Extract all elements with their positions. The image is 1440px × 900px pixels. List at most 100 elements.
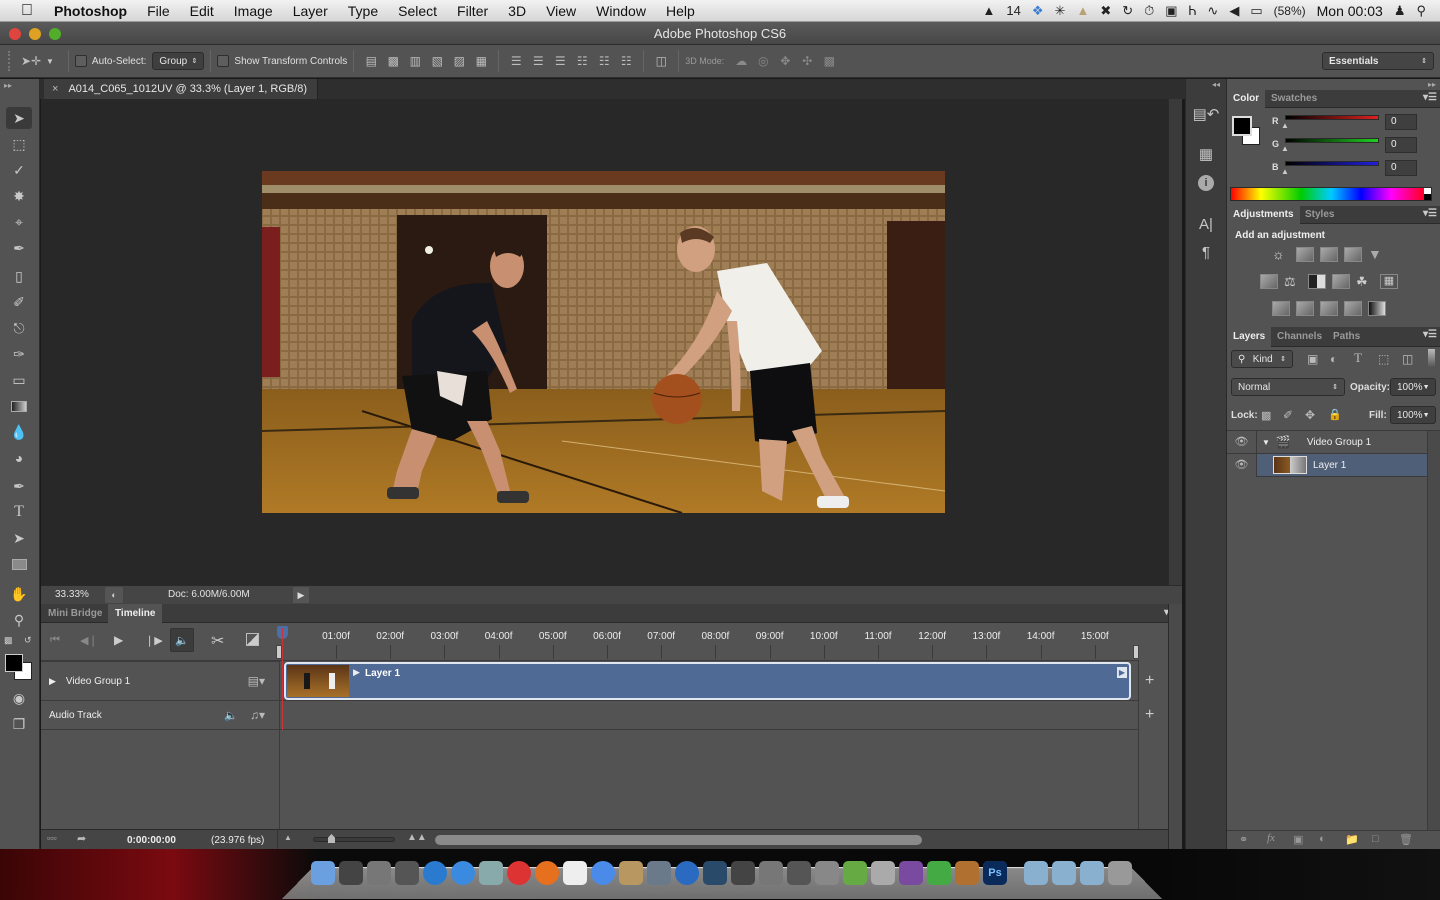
dock-contacts-icon[interactable] [619, 861, 643, 885]
clock[interactable]: Mon 00:03 [1317, 3, 1383, 19]
color-balance-icon[interactable]: ⚖ [1284, 274, 1302, 289]
channel-value-r[interactable]: 0 [1385, 114, 1417, 130]
selective-color-icon[interactable] [1344, 301, 1362, 316]
channel-value-b[interactable]: 0 [1385, 160, 1417, 176]
fill-field[interactable]: 100% ▼ [1390, 406, 1436, 424]
rectangle-tool[interactable] [6, 553, 32, 575]
layer-filter-kind-dropdown[interactable]: ⚲ Kind ⇕ [1231, 350, 1293, 368]
fan-icon[interactable]: ✖ [1100, 3, 1111, 19]
dock-iphoto-icon[interactable] [647, 861, 671, 885]
dock-final-cut-icon[interactable] [843, 861, 867, 885]
add-mask-icon[interactable]: ▣ [1293, 833, 1303, 846]
screen-mode-button[interactable]: ❐ [6, 713, 32, 735]
default-colors-icon[interactable]: ▩ [4, 635, 13, 646]
render-video-icon[interactable]: ➦ [77, 832, 86, 845]
tab-styles[interactable]: Styles [1299, 206, 1340, 224]
timeline-ruler[interactable]: 01:00f 02:00f 03:00f 04:00f 05:00f 06:00f 07:0… [276, 623, 1139, 661]
foreground-color-swatch[interactable] [5, 654, 23, 672]
canvas-area[interactable] [41, 99, 1168, 585]
blur-tool[interactable]: 💧 [6, 421, 32, 443]
align-vcenter-icon[interactable]: ▩ [382, 54, 404, 68]
dodge-tool[interactable]: ◕ [6, 447, 32, 469]
invert-icon[interactable] [1272, 301, 1290, 316]
tab-paths[interactable]: Paths [1327, 327, 1366, 347]
align-left-icon[interactable]: ▧ [426, 54, 448, 68]
brightness-icon[interactable]: ✳ [1055, 3, 1066, 19]
character-panel-button[interactable]: A| [1192, 211, 1220, 237]
lock-pixels-brush-icon[interactable]: ✐ [1283, 408, 1293, 422]
music-note-icon[interactable]: ♫▾ [250, 708, 265, 722]
channel-slider-r[interactable] [1285, 115, 1379, 120]
slider-thumb-icon[interactable]: ▲ [1281, 144, 1289, 153]
dock-calendar-icon[interactable] [563, 861, 587, 885]
dropbox-icon[interactable]: ❖ [1032, 3, 1044, 19]
mute-audio-button[interactable]: 🔈 [170, 628, 194, 652]
chevron-down-icon[interactable]: ▼ [1423, 412, 1430, 419]
battery-icon[interactable]: ▭ [1250, 3, 1262, 19]
history-brush-tool[interactable]: ✑ [6, 343, 32, 365]
lasso-tool[interactable]: ✓ [6, 159, 32, 181]
channel-mixer-icon[interactable]: ☘ [1356, 274, 1374, 289]
time-machine-icon[interactable]: ⏱ [1144, 3, 1154, 19]
bell-icon[interactable]: ▲ [1076, 3, 1089, 18]
tab-color[interactable]: Color [1227, 90, 1266, 108]
menu-3d[interactable]: 3D [498, 3, 536, 19]
black-swatch[interactable] [1424, 194, 1431, 200]
tab-swatches[interactable]: Swatches [1265, 90, 1323, 108]
tab-timeline[interactable]: Timeline [108, 604, 163, 623]
dock-trash-icon[interactable] [1108, 861, 1132, 885]
clone-stamp-tool[interactable]: ⎋ [6, 317, 32, 339]
dock-documents-stack-icon[interactable] [1024, 861, 1048, 885]
clip-expand-icon[interactable]: ▶ [353, 667, 360, 678]
slider-thumb-icon[interactable]: ▲ [1281, 167, 1289, 176]
user-icon[interactable]: ♟ [1394, 3, 1406, 19]
move-tool-icon[interactable]: ➤✛ [16, 54, 46, 68]
new-group-folder-icon[interactable]: 📁 [1345, 833, 1359, 846]
dock-time-machine-icon[interactable] [731, 861, 755, 885]
foreground-color-chip[interactable] [1232, 116, 1252, 136]
paragraph-panel-button[interactable]: ¶ [1192, 239, 1220, 265]
black-white-icon[interactable] [1308, 274, 1326, 289]
quick-mask-button[interactable]: ◉ [6, 687, 32, 709]
collapse-toolbar-icon[interactable]: ▸▸ [4, 81, 12, 90]
history-panel-button[interactable]: ▤↶ [1192, 101, 1220, 127]
filter-shape-icon[interactable]: ⬚ [1378, 352, 1389, 366]
color-lookup-icon[interactable]: ▦ [1380, 274, 1398, 289]
volume-icon[interactable]: ◀ [1229, 3, 1239, 19]
collapse-panels-icon[interactable]: ▸▸ [1428, 80, 1436, 89]
dock-garageband-icon[interactable] [955, 861, 979, 885]
dock-finder-icon[interactable] [311, 861, 335, 885]
brightness-contrast-icon[interactable]: ☼ [1272, 247, 1290, 262]
delete-layer-trash-icon[interactable]: 🗑 [1399, 833, 1413, 846]
opacity-field[interactable]: 100% ▼ [1390, 378, 1436, 396]
layer-row-layer-1[interactable]: 👁 Layer 1 [1227, 453, 1427, 477]
playhead-line[interactable] [282, 628, 283, 730]
bluetooth-icon[interactable]: Ꮒ [1189, 3, 1197, 19]
timeline-vertical-scrollbar[interactable] [1168, 604, 1182, 849]
channel-value-g[interactable]: 0 [1385, 137, 1417, 153]
dock-firefox-icon[interactable] [535, 861, 559, 885]
dock-downloads-stack-icon[interactable] [1080, 861, 1104, 885]
transition-icon[interactable] [246, 633, 259, 646]
tab-channels[interactable]: Channels [1271, 327, 1328, 347]
align-top-icon[interactable]: ▤ [360, 54, 382, 68]
hue-saturation-icon[interactable] [1260, 274, 1278, 289]
dock-launchpad-icon[interactable] [367, 861, 391, 885]
panel-menu-icon[interactable]: ▾☰ [1423, 329, 1437, 340]
threshold-icon[interactable] [1320, 301, 1338, 316]
menu-view[interactable]: View [536, 3, 586, 19]
dock-automator-icon[interactable] [871, 861, 895, 885]
exposure-icon[interactable] [1344, 247, 1362, 262]
previous-frame-icon[interactable]: ◀❘ [80, 634, 98, 647]
panel-menu-icon[interactable]: ▾☰ [1423, 92, 1437, 103]
menu-filter[interactable]: Filter [447, 3, 498, 19]
dock-safari-icon[interactable] [451, 861, 475, 885]
new-adjustment-layer-icon[interactable]: ◐ [1319, 833, 1326, 845]
channel-slider-g[interactable] [1285, 138, 1379, 143]
pen-tool[interactable]: ✒ [6, 475, 32, 497]
distribute-left-icon[interactable]: ☷ [571, 54, 593, 68]
properties-panel-button[interactable]: ▦ [1192, 141, 1220, 167]
info-panel-button[interactable]: i [1192, 170, 1220, 196]
vibrance-icon[interactable]: ▼ [1368, 247, 1386, 262]
auto-select-checkbox[interactable] [74, 55, 87, 67]
